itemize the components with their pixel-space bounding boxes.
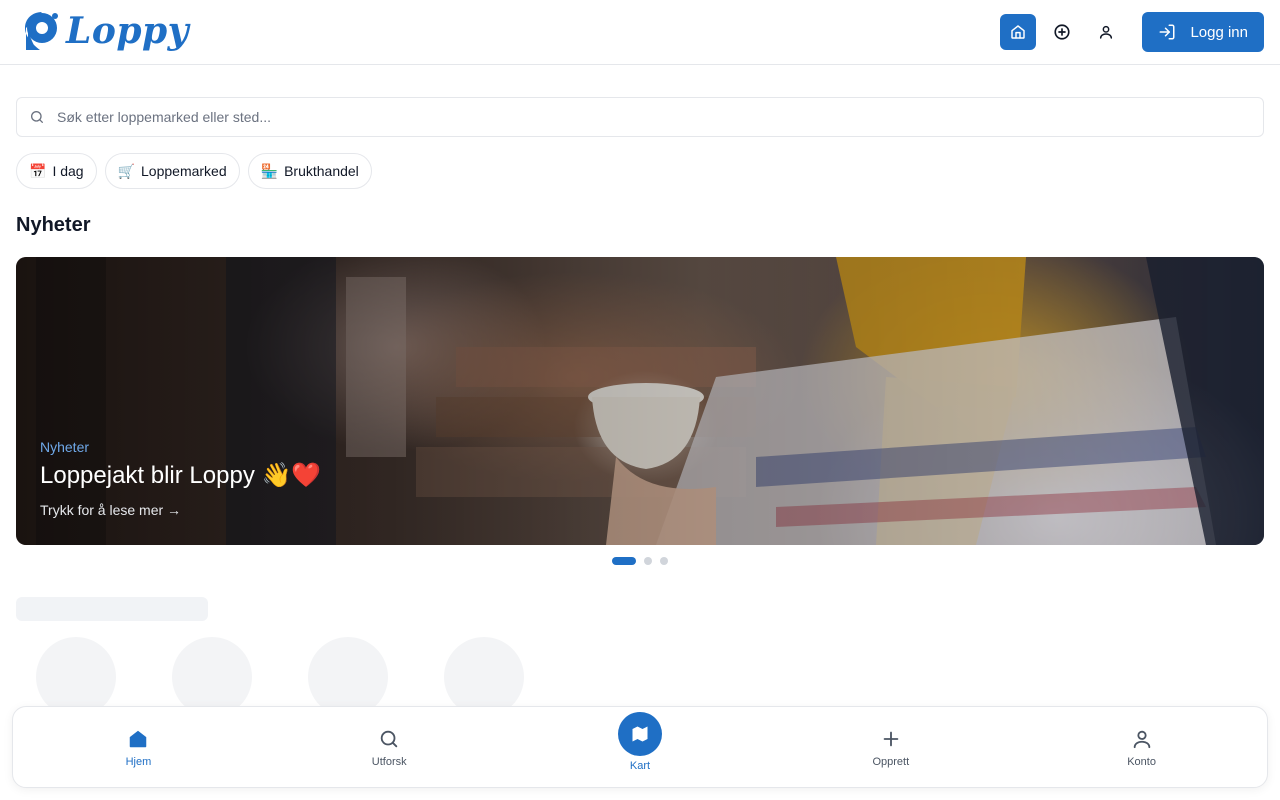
search-input[interactable] [57,109,1207,125]
nav-account[interactable]: Konto [1016,707,1267,787]
plus-icon [883,731,899,747]
filter-chip-today[interactable]: 📅 I dag [16,153,97,189]
bottom-navigation: Hjem Utforsk Kart Opprett Konto [12,706,1268,788]
search-icon [380,730,398,748]
shopping-cart-icon: 🛒 [117,162,136,179]
nav-label: Kart [629,760,651,772]
user-icon [1133,730,1150,749]
log-in-icon [1159,24,1175,40]
nav-label: Hjem [125,756,152,768]
search-icon [31,111,43,123]
slide-title: Loppejakt blir Loppy 👋❤️ [40,462,322,489]
filter-chip-label: I dag [52,163,84,179]
nav-map[interactable]: Kart [515,707,766,787]
news-carousel-slide[interactable]: Nyheter Loppejakt blir Loppy 👋❤️ Trykk f… [16,257,1264,545]
carousel-dot-2[interactable] [644,557,652,565]
home-icon [1011,25,1026,39]
loading-skeleton-title [16,597,208,621]
brand-logo[interactable]: Loppy [22,10,189,52]
loading-skeleton-item [308,637,388,717]
loading-skeleton-item [444,637,524,717]
filter-chip-second-hand-store[interactable]: 🏪 Brukthandel [247,153,372,189]
search-bar [16,97,1264,137]
home-icon [130,730,147,748]
filter-chips: 📅 I dag 🛒 Loppemarked 🏪 Brukthandel [16,153,372,189]
filter-chip-flea-market[interactable]: 🛒 Loppemarked [104,153,240,189]
brand-name: Loppy [66,10,190,52]
loading-skeleton-item [36,637,116,717]
carousel-dot-3[interactable] [660,557,668,565]
slide-category: Nyheter [40,439,90,455]
header-actions: Logg inn [1000,12,1264,52]
nav-label: Opprett [872,756,910,768]
nav-explore[interactable]: Utforsk [264,707,515,787]
map-icon [632,726,648,742]
nav-label: Utforsk [371,756,407,768]
home-button[interactable] [1000,14,1037,50]
carousel-pagination [612,557,668,565]
nav-create[interactable]: Opprett [765,707,1016,787]
carousel-dot-1[interactable] [612,557,636,565]
slide-read-more[interactable]: Trykk for å lese mer → [40,502,181,518]
calendar-icon: 📅 [29,162,47,179]
user-icon [1100,25,1113,39]
nav-home[interactable]: Hjem [13,707,264,787]
filter-chip-label: Loppemarked [141,163,227,179]
create-button[interactable] [1044,14,1080,50]
profile-button[interactable] [1088,14,1124,50]
news-section-title: Nyheter [16,214,91,236]
login-label: Logg inn [1190,23,1248,41]
plus-circle-icon [1054,24,1071,40]
loading-skeleton-item [172,637,252,717]
hero-overlay [16,257,1264,545]
nav-label: Konto [1127,756,1156,768]
top-bar: Loppy Logg inn [0,0,1280,65]
store-icon: 🏪 [260,162,279,179]
filter-chip-label: Brukthandel [284,163,359,179]
login-button[interactable]: Logg inn [1142,12,1264,52]
location-pin-icon [25,12,58,50]
